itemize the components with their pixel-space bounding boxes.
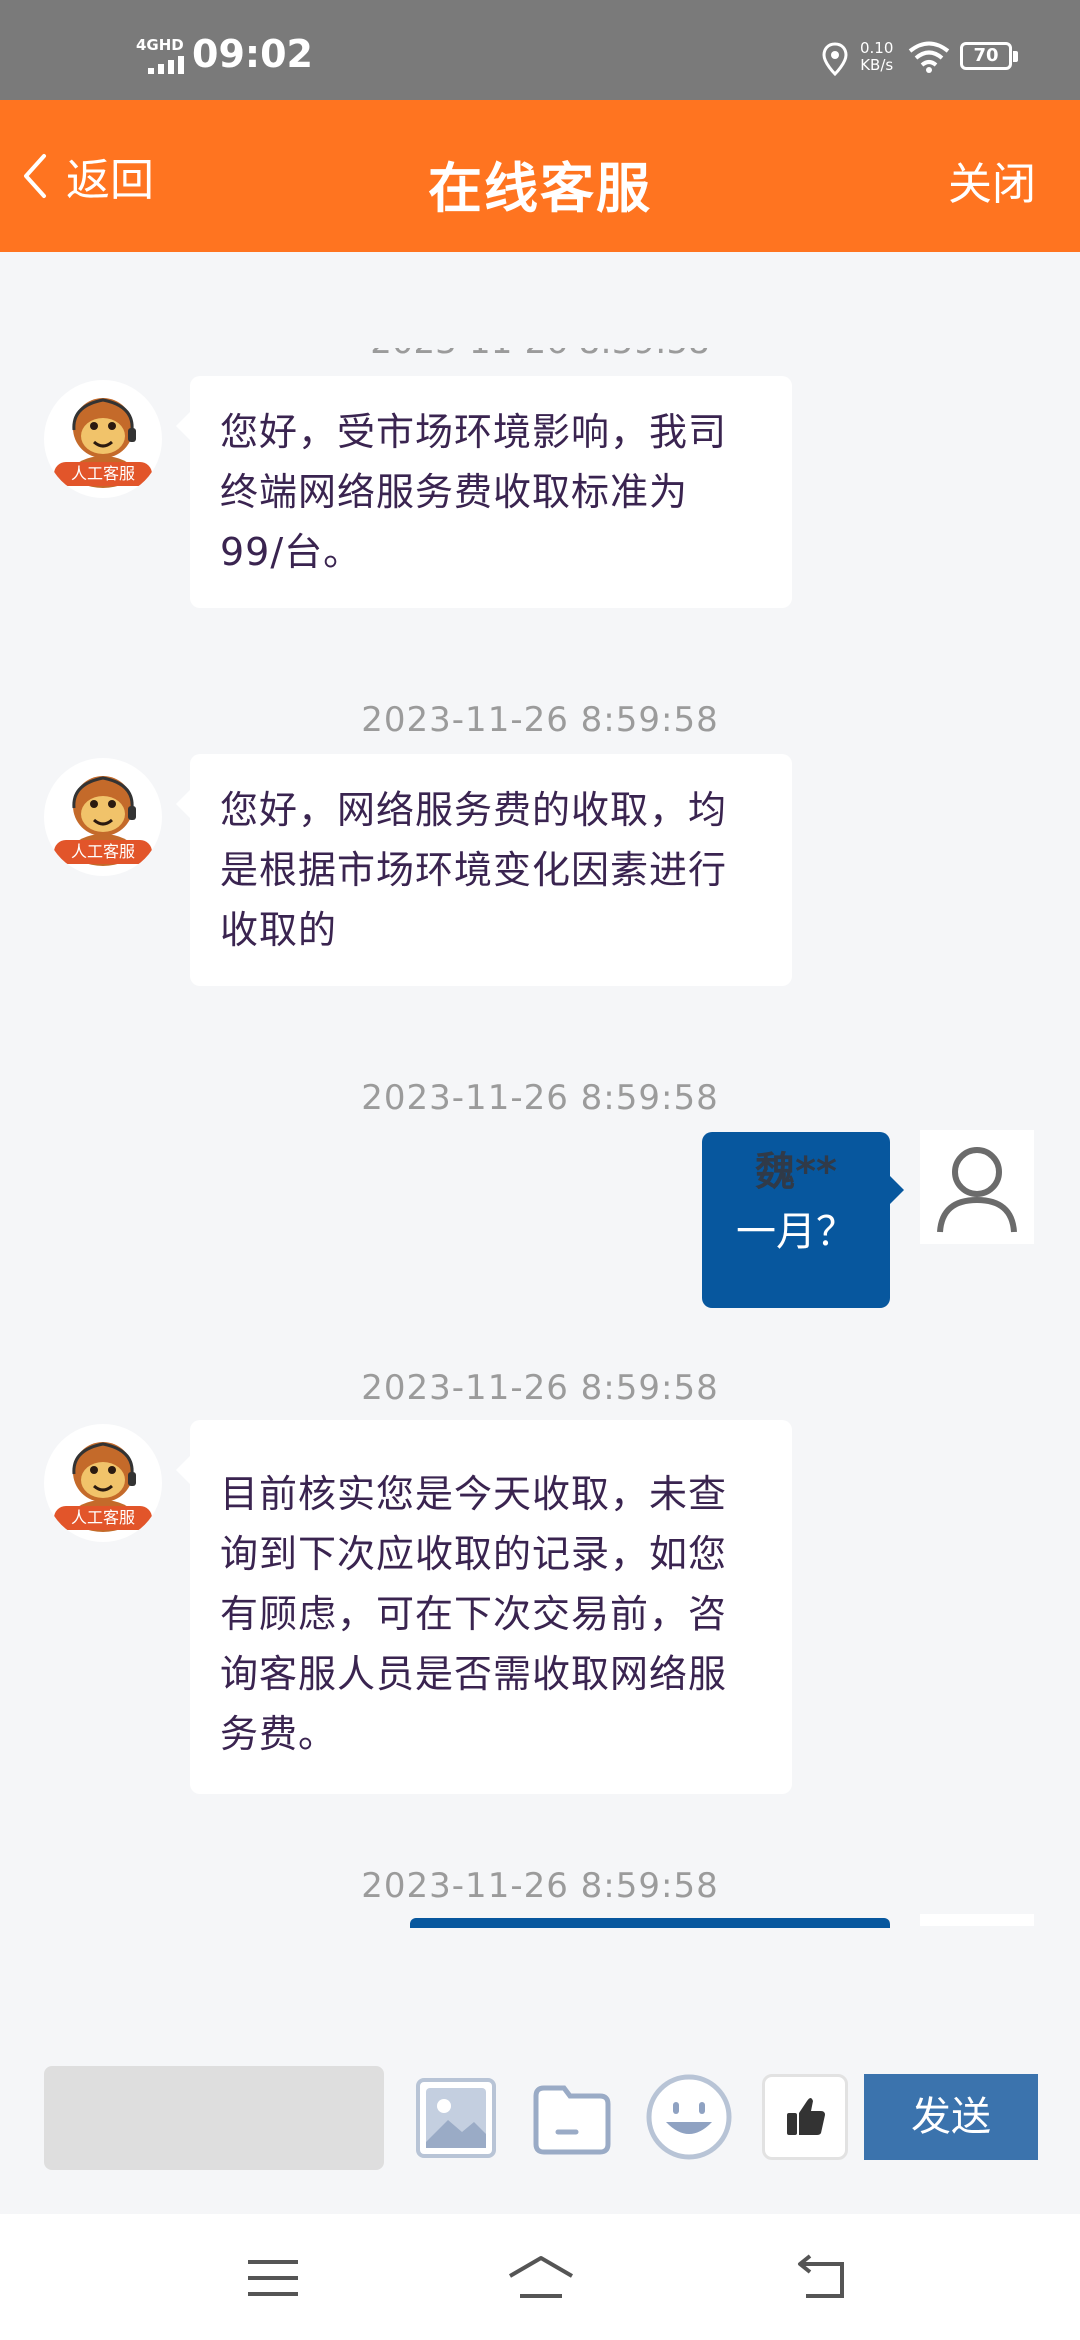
user-avatar — [920, 1130, 1034, 1244]
timestamp-partial: 2023-11-26 8:59:58 — [340, 348, 740, 362]
agent-message-bubble: 您好，网络服务费的收取，均 是根据市场环境变化因素进行 收取的 — [176, 754, 792, 986]
network-type: 4GHD — [136, 36, 184, 54]
person-icon — [937, 1147, 1017, 1233]
agent-message-bubble: 您好，受市场环境影响，我司 终端网络服务费收取标准为 99/台。 — [176, 376, 792, 608]
agent-message-bubble: 目前核实您是今天收取，未查 询到下次应收取的记录，如您 有顾虑，可在下次交易前，… — [176, 1420, 792, 1794]
wifi-icon — [908, 41, 950, 73]
network-signal-icon: 4GHD — [136, 38, 188, 78]
header-bar: 返回 在线客服 关闭 — [0, 100, 1080, 252]
agent-avatar-label: 人工客服 — [54, 462, 152, 486]
agent-avatar-label: 人工客服 — [54, 1506, 152, 1530]
agent-avatar: 人工客服 — [44, 380, 162, 498]
message-timestamp: 2023-11-26 8:59:58 — [361, 700, 719, 740]
menu-icon[interactable] — [242, 2252, 304, 2304]
battery-level: 70 — [960, 42, 1012, 70]
user-message-bubble-partial — [410, 1918, 890, 1928]
message-timestamp: 2023-11-26 8:59:58 — [361, 1866, 719, 1906]
battery-icon: 70 — [960, 42, 1020, 72]
system-navigation-bar — [0, 2214, 1080, 2340]
location-icon — [822, 42, 848, 76]
network-speed: 0.10 KB/s — [860, 39, 894, 74]
send-button[interactable]: 发送 — [864, 2074, 1038, 2160]
emoji-icon[interactable] — [644, 2072, 734, 2162]
status-bar: 4GHD 09:02 0.10 KB/s 70 — [0, 0, 1080, 100]
user-avatar-partial — [920, 1914, 1034, 1926]
image-icon[interactable] — [414, 2076, 498, 2160]
chat-area[interactable]: 2023-11-26 8:59:58 人工客服 您好，受市场环境影响，我司 终端… — [0, 252, 1080, 1952]
input-bar: 发送 — [0, 2040, 1080, 2220]
user-message-bubble: 魏** 一月？ — [702, 1132, 904, 1308]
message-timestamp: 2023-11-26 8:59:58 — [361, 1078, 719, 1118]
user-message-text: 一月？ — [736, 1209, 856, 1255]
user-name: 魏** — [755, 1149, 837, 1195]
message-timestamp: 2023-11-26 8:59:58 — [361, 1368, 719, 1408]
clock: 09:02 — [192, 32, 313, 76]
thumbs-up-icon — [787, 2098, 825, 2135]
page-title: 在线客服 — [428, 157, 652, 220]
folder-icon[interactable] — [530, 2076, 614, 2160]
close-button[interactable]: 关闭 — [948, 148, 1036, 212]
agent-avatar-label: 人工客服 — [54, 840, 152, 864]
agent-avatar: 人工客服 — [44, 758, 162, 876]
home-icon[interactable] — [506, 2252, 576, 2304]
back-icon[interactable] — [792, 2252, 854, 2304]
agent-avatar: 人工客服 — [44, 1424, 162, 1542]
message-input[interactable] — [44, 2066, 384, 2170]
thumbs-up-button[interactable] — [762, 2074, 848, 2160]
